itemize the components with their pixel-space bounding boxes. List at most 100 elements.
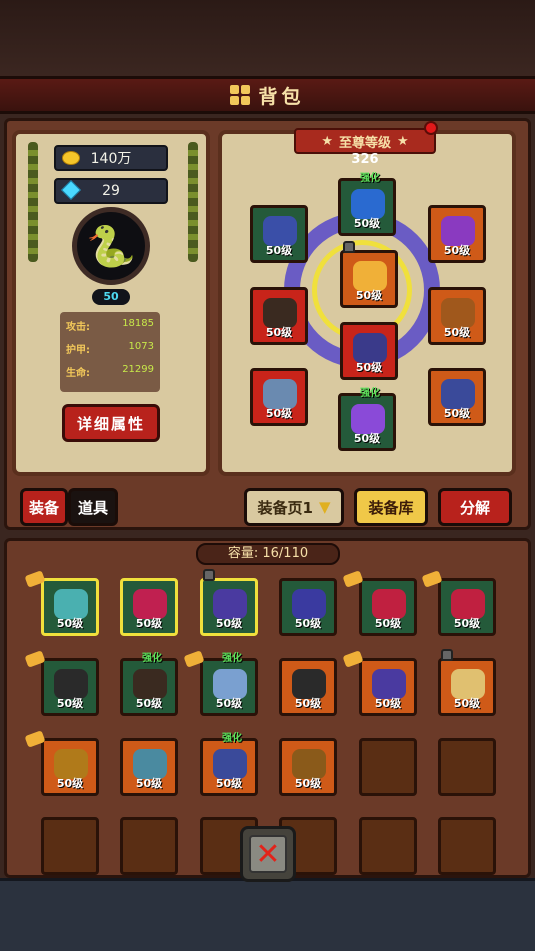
item-level-label: 50级: [294, 617, 322, 630]
item-level-label: 50级: [443, 407, 471, 420]
equip-page-dropdown[interactable]: 装备页1 ▼: [244, 488, 344, 526]
item-level-label: 50级: [56, 777, 84, 790]
item-level-label: 50级: [56, 617, 84, 630]
item-level-label: 50级: [355, 289, 383, 302]
lock-icon: [343, 241, 355, 253]
enhanced-label: 强化: [360, 388, 380, 399]
equip-slot-belt[interactable]: 50级: [340, 241, 398, 308]
empty-bag-slot[interactable]: [438, 738, 496, 796]
capacity-label: 容量: 16/110: [196, 543, 340, 565]
empty-bag-slot[interactable]: [359, 738, 417, 796]
item-level-label: 50级: [265, 407, 293, 420]
bag-slot[interactable]: 50级: [279, 578, 337, 636]
bag-slot[interactable]: 50级: [342, 570, 417, 636]
details-button[interactable]: 详细属性: [62, 404, 160, 442]
equip-slot-sword[interactable]: 50级: [428, 368, 486, 426]
vine-decoration-left: [28, 142, 38, 262]
equip-slot-pants[interactable]: 50级: [340, 322, 398, 380]
equip-slot-boots[interactable]: 50级 强化: [338, 388, 396, 451]
equip-slot-gloves[interactable]: 50级: [250, 287, 308, 345]
tab-items[interactable]: 道具: [68, 488, 118, 526]
enhanced-label: 强化: [222, 653, 242, 664]
bag-slot[interactable]: 50级: [24, 730, 99, 796]
player-level-badge: 50: [92, 289, 130, 305]
item-level-label: 50级: [135, 697, 163, 710]
gold-display: 140万: [54, 145, 168, 171]
empty-bag-slot[interactable]: [438, 817, 496, 875]
bag-slot[interactable]: 50级: [438, 649, 496, 716]
gem-display: 29: [54, 178, 168, 204]
stat-attack: 攻击: 18185: [66, 318, 154, 333]
item-level-label: 50级: [56, 697, 84, 710]
title-bar: 背包: [0, 76, 535, 114]
item-level-label: 50级: [453, 617, 481, 630]
bag-slot[interactable]: 50级: [200, 569, 258, 636]
notification-dot: [424, 121, 438, 135]
diamond-icon: [61, 180, 81, 200]
enhanced-label: 强化: [222, 733, 242, 744]
stat-hp: 生命: 21299: [66, 364, 154, 379]
chevron-down-icon: ▼: [318, 498, 331, 516]
item-level-label: 50级: [215, 697, 243, 710]
lock-icon: [441, 649, 453, 661]
bag-slot[interactable]: 50级: [279, 738, 337, 796]
lock-icon: [203, 569, 215, 581]
bag-slot[interactable]: 50级: [342, 650, 417, 716]
snake-emblem-icon: 🐍: [86, 223, 136, 270]
item-level-label: 50级: [443, 326, 471, 339]
item-level-label: 50级: [265, 326, 293, 339]
gem-amount: 29: [102, 183, 120, 199]
bag-slot[interactable]: 50级: [120, 578, 178, 636]
item-level-label: 50级: [215, 777, 243, 790]
item-level-label: 50级: [374, 617, 402, 630]
empty-bag-slot[interactable]: [359, 817, 417, 875]
bag-slot[interactable]: 50级: [421, 570, 496, 636]
top-background: [0, 0, 535, 80]
bag-slot[interactable]: 50级 强化: [183, 650, 258, 716]
bag-slot[interactable]: 50级: [120, 738, 178, 796]
stats-box: 攻击: 18185 护甲: 1073 生命: 21299: [60, 312, 160, 392]
equip-slot-weapon[interactable]: 50级: [250, 368, 308, 426]
item-level-label: 50级: [443, 244, 471, 257]
item-level-label: 50级: [453, 697, 481, 710]
bag-slot[interactable]: 50级 强化: [200, 733, 258, 796]
bag-slot[interactable]: 50级: [24, 650, 99, 716]
equip-slot-ring[interactable]: 50级: [428, 287, 486, 345]
equip-slot-amulet[interactable]: 50级: [428, 205, 486, 263]
rank-value: 326: [351, 152, 379, 167]
gold-amount: 140万: [90, 151, 132, 167]
item-level-label: 50级: [353, 432, 381, 445]
decompose-button[interactable]: 分解: [438, 488, 512, 526]
empty-bag-slot[interactable]: [120, 817, 178, 875]
player-avatar[interactable]: 🐍: [72, 207, 150, 285]
item-level-label: 50级: [294, 777, 322, 790]
star-icon: ★: [397, 133, 409, 149]
item-level-label: 50级: [374, 697, 402, 710]
close-icon: ✕: [249, 835, 287, 873]
enhanced-label: 强化: [142, 653, 162, 664]
bag-slot[interactable]: 50级 强化: [120, 653, 178, 716]
bag-icon: [230, 85, 251, 105]
bag-slot[interactable]: 50级: [279, 658, 337, 716]
equip-slot-helmet[interactable]: 50级 强化: [338, 173, 396, 236]
rank-banner: ★ 至尊等级 ★: [294, 128, 436, 154]
item-level-label: 50级: [265, 244, 293, 257]
bottom-bar: [0, 878, 535, 951]
equip-slot-chest-armor[interactable]: 50级: [250, 205, 308, 263]
gold-coin-icon: [62, 151, 80, 165]
bag-slot[interactable]: 50级: [24, 570, 99, 636]
item-level-label: 50级: [215, 617, 243, 630]
item-level-label: 50级: [135, 617, 163, 630]
close-button[interactable]: ✕: [240, 826, 296, 882]
item-level-label: 50级: [353, 217, 381, 230]
page-title: 背包: [258, 85, 305, 108]
item-level-label: 50级: [355, 361, 383, 374]
item-level-label: 50级: [135, 777, 163, 790]
enhanced-label: 强化: [360, 173, 380, 184]
tab-equip[interactable]: 装备: [20, 488, 68, 526]
stat-armor: 护甲: 1073: [66, 341, 154, 356]
equip-storage-button[interactable]: 装备库: [354, 488, 428, 526]
item-level-label: 50级: [294, 697, 322, 710]
empty-bag-slot[interactable]: [41, 817, 99, 875]
star-icon: ★: [321, 133, 333, 149]
